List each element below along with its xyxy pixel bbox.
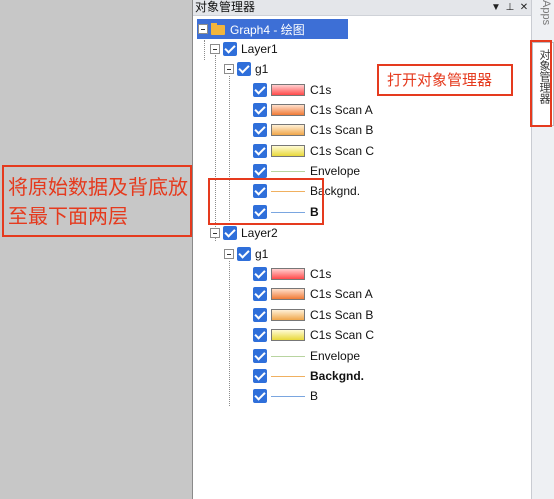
titlebar-icons: ▼ ⊥ ✕: [491, 0, 529, 15]
tree-layer1-group[interactable]: g1: [224, 59, 268, 79]
fill-swatch-icon: [271, 145, 305, 157]
checkbox-icon[interactable]: [253, 83, 267, 97]
group-label: g1: [255, 62, 269, 76]
annotation-left-text: 将原始数据及背底放至最下面两层: [8, 175, 188, 228]
checkbox-icon[interactable]: [253, 389, 267, 403]
annotation-box-left: 将原始数据及背底放至最下面两层: [2, 165, 192, 237]
tree-item-c1s-scan-b[interactable]: C1s Scan B: [253, 120, 373, 140]
fill-swatch-icon: [271, 309, 305, 321]
tree-item-backgnd[interactable]: Backgnd.: [253, 366, 364, 386]
collapse-icon[interactable]: [198, 24, 208, 34]
tree-item-c1s[interactable]: C1s: [253, 264, 331, 284]
item-label: C1s: [310, 267, 332, 281]
tree-item-c1s[interactable]: C1s: [253, 80, 331, 100]
collapse-icon[interactable]: [224, 64, 234, 74]
collapse-icon[interactable]: [210, 228, 220, 238]
annotation-box-tab: [530, 40, 552, 127]
tree-item-c1s-scan-c[interactable]: C1s Scan C: [253, 325, 374, 345]
item-label: C1s: [310, 83, 332, 97]
fill-swatch-icon: [271, 84, 305, 96]
item-label: C1s Scan A: [310, 103, 373, 117]
annotation-box-right: 打开对象管理器: [377, 64, 513, 96]
folder-icon: [211, 23, 227, 35]
item-label: Backgnd.: [310, 369, 365, 383]
tree-item-c1s-scan-a[interactable]: C1s Scan A: [253, 100, 373, 120]
checkbox-icon[interactable]: [253, 287, 267, 301]
checkbox-icon[interactable]: [253, 144, 267, 158]
graph-label: Graph4 - 绘图: [230, 22, 305, 37]
close-icon[interactable]: ✕: [519, 2, 529, 13]
item-label: C1s Scan B: [310, 308, 374, 322]
item-label: C1s Scan C: [310, 328, 375, 342]
checkbox-icon[interactable]: [253, 103, 267, 117]
item-label: C1s Scan C: [310, 144, 375, 158]
workspace-area: [0, 0, 192, 499]
checkbox-icon[interactable]: [253, 349, 267, 363]
fill-swatch-icon: [271, 124, 305, 136]
line-swatch-icon: [271, 370, 305, 382]
fill-swatch-icon: [271, 288, 305, 300]
dropdown-icon[interactable]: ▼: [491, 2, 501, 13]
apps-tab[interactable]: Apps: [535, 0, 552, 30]
item-label: Envelope: [310, 164, 361, 178]
item-label: C1s Scan A: [310, 287, 373, 301]
checkbox-icon[interactable]: [237, 62, 251, 76]
line-swatch-icon: [271, 390, 305, 402]
tree-item-envelope[interactable]: Envelope: [253, 346, 360, 366]
checkbox-icon[interactable]: [253, 328, 267, 342]
checkbox-icon[interactable]: [253, 308, 267, 322]
checkbox-icon[interactable]: [223, 42, 237, 56]
group-label: g1: [255, 247, 269, 261]
item-label: C1s Scan B: [310, 123, 374, 137]
checkbox-icon[interactable]: [253, 164, 267, 178]
tree-item-c1s-scan-a[interactable]: C1s Scan A: [253, 284, 373, 304]
layer1-label: Layer1: [241, 42, 278, 56]
tree-item-c1s-scan-c[interactable]: C1s Scan C: [253, 141, 374, 161]
annotation-right-text: 打开对象管理器: [387, 71, 493, 89]
checkbox-icon[interactable]: [237, 247, 251, 261]
pin-icon[interactable]: ⊥: [505, 2, 515, 13]
item-label: Envelope: [310, 349, 361, 363]
tree-layer2-group[interactable]: g1: [224, 244, 268, 264]
tree-connector: [229, 261, 230, 406]
tree-layer1[interactable]: Layer1: [210, 39, 278, 59]
fill-swatch-icon: [271, 329, 305, 341]
item-label: B: [310, 389, 319, 403]
collapse-icon[interactable]: [210, 44, 220, 54]
checkbox-icon[interactable]: [253, 267, 267, 281]
checkbox-icon[interactable]: [253, 369, 267, 383]
annotation-box-items: [208, 178, 324, 225]
tree-item-c1s-scan-b[interactable]: C1s Scan B: [253, 305, 373, 325]
tree-item-b[interactable]: B: [253, 386, 318, 406]
panel-titlebar: 对象管理器 ▼ ⊥ ✕: [193, 0, 531, 16]
collapse-icon[interactable]: [224, 249, 234, 259]
tree-connector: [204, 40, 205, 60]
tree-layer2[interactable]: Layer2: [210, 223, 278, 243]
tree-root-graph[interactable]: Graph4 - 绘图: [197, 19, 348, 39]
checkbox-icon[interactable]: [253, 123, 267, 137]
fill-swatch-icon: [271, 268, 305, 280]
line-swatch-icon: [271, 350, 305, 362]
line-swatch-icon: [271, 165, 305, 177]
layer2-label: Layer2: [241, 226, 278, 240]
fill-swatch-icon: [271, 104, 305, 116]
panel-title: 对象管理器: [195, 0, 256, 14]
checkbox-icon[interactable]: [223, 226, 237, 240]
